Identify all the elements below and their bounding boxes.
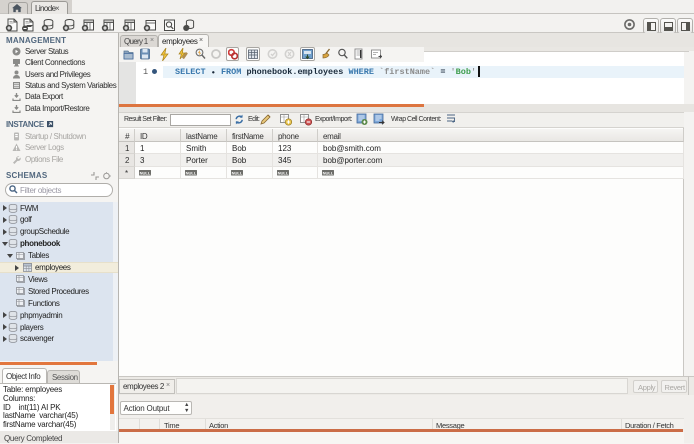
svg-text:NULL: NULL xyxy=(232,171,243,176)
svg-text:NULL: NULL xyxy=(323,171,334,176)
svg-text:NULL: NULL xyxy=(140,171,151,176)
svg-text:NULL: NULL xyxy=(186,171,197,176)
svg-text:NULL: NULL xyxy=(278,171,289,176)
